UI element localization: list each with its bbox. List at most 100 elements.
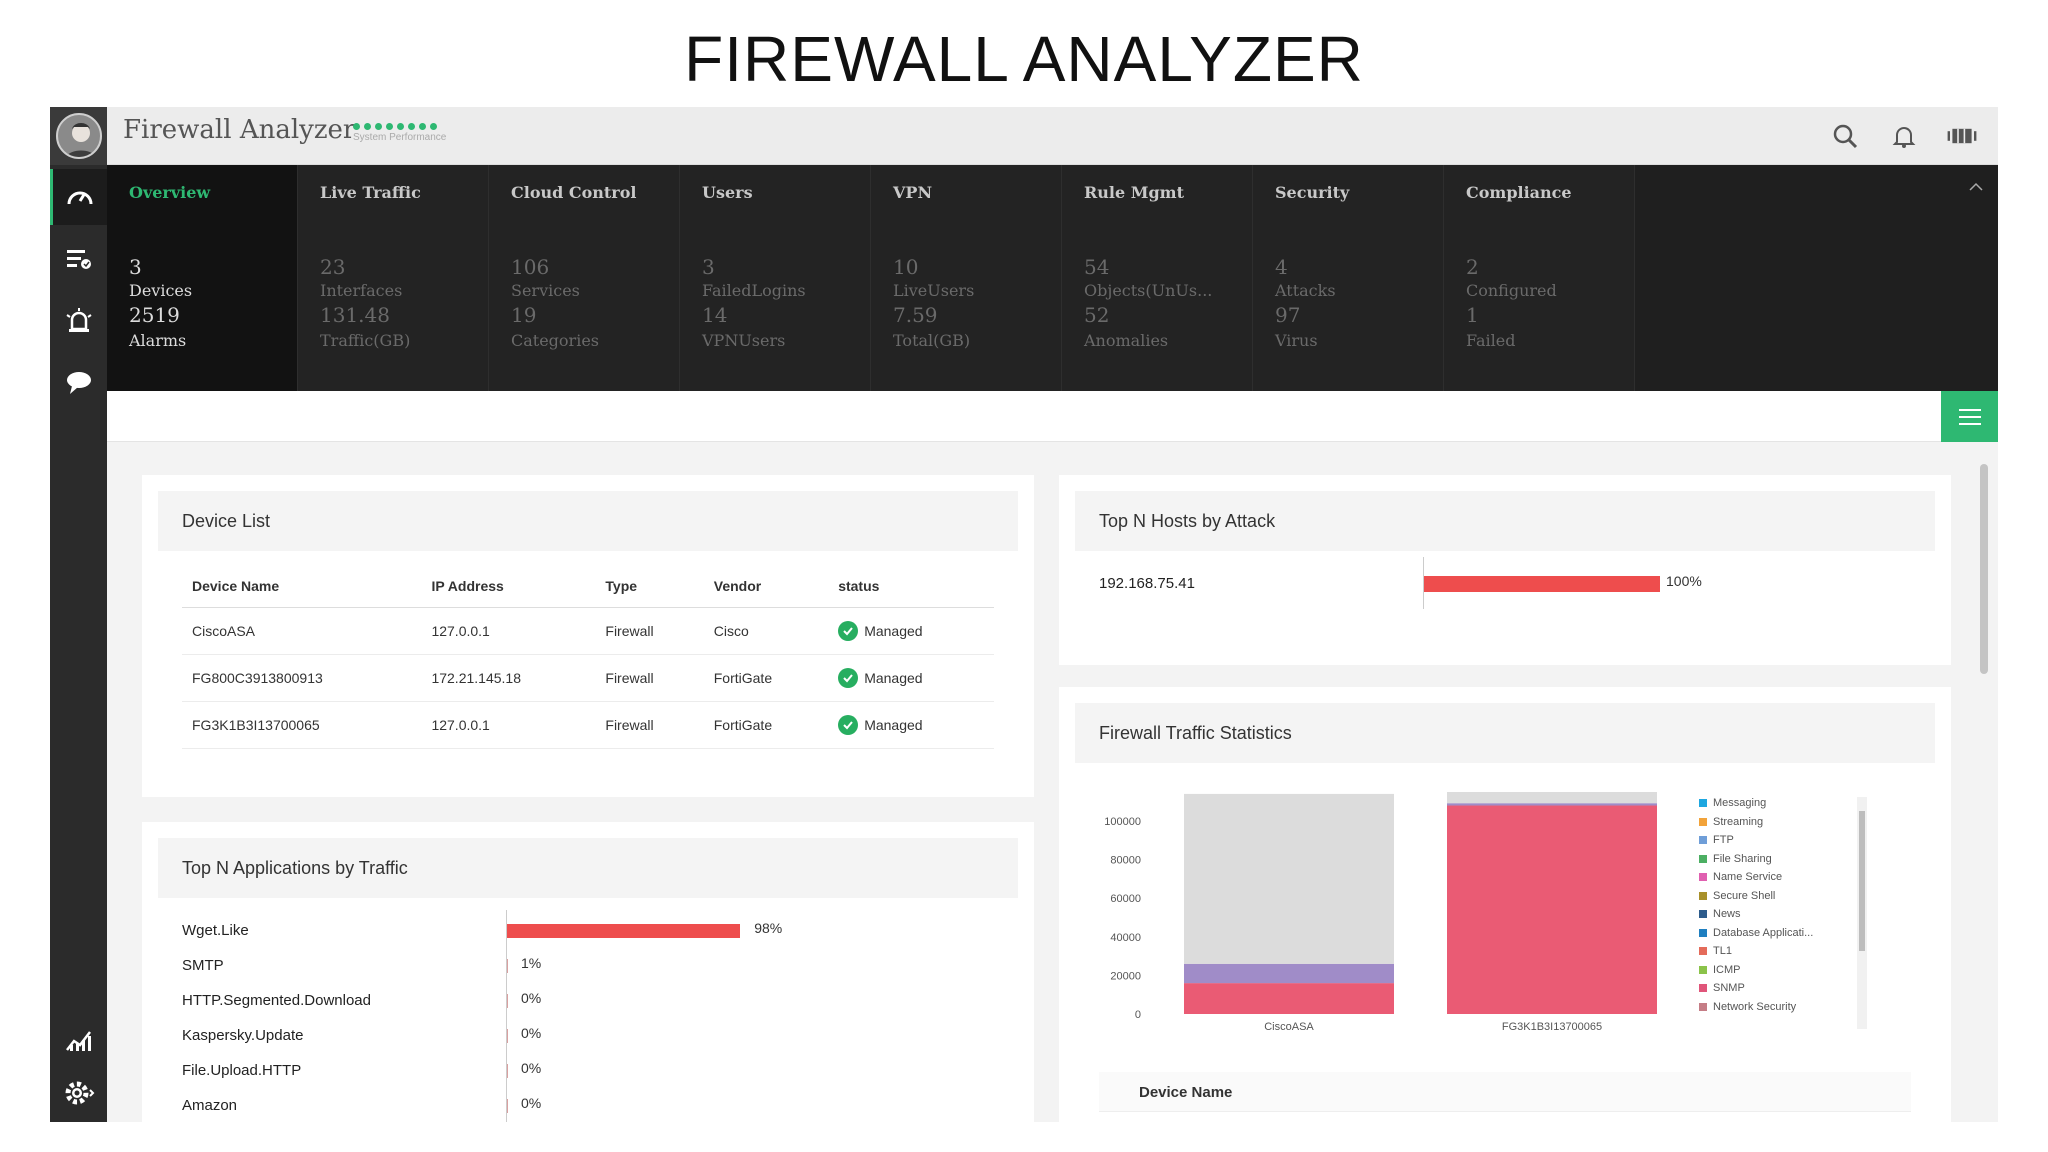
- legend-item[interactable]: Secure Shell: [1699, 890, 1775, 902]
- device-name-cell[interactable]: CiscoASA: [182, 607, 422, 655]
- type-cell: Firewall: [595, 654, 704, 702]
- legend-swatch: [1699, 854, 1707, 863]
- legend-item[interactable]: File Sharing: [1699, 853, 1772, 865]
- status-cell: Managed: [828, 607, 994, 655]
- device-status-icon[interactable]: [1946, 120, 1978, 152]
- column-header[interactable]: Type: [595, 565, 704, 608]
- legend-swatch: [1699, 1002, 1707, 1011]
- metric-label-1: LiveUsers: [893, 281, 975, 300]
- vendor-cell: Cisco: [703, 607, 829, 655]
- performance-dots: [353, 123, 446, 130]
- tab-live-traffic[interactable]: Live Traffic 23 Interfaces 131.48 Traffi…: [298, 165, 489, 391]
- column-header[interactable]: status: [828, 565, 994, 608]
- metric-label-1: Devices: [129, 281, 193, 300]
- app-traffic-bar[interactable]: [507, 959, 508, 973]
- legend-item[interactable]: Name Service: [1699, 871, 1782, 883]
- status-text: Managed: [864, 669, 923, 686]
- y-tick-label: 20000: [1110, 970, 1141, 982]
- tab-security[interactable]: Security 4 Attacks 97 Virus: [1253, 165, 1444, 391]
- tab-compliance[interactable]: Compliance 2 Configured 1 Failed: [1444, 165, 1635, 391]
- legend-item[interactable]: Network Security: [1699, 1001, 1796, 1013]
- legend-swatch: [1699, 891, 1707, 900]
- top-hosts-panel: Top N Hosts by Attack 192.168.75.41 100%: [1059, 475, 1951, 665]
- app-percent: 0%: [521, 1060, 542, 1076]
- avatar[interactable]: [56, 113, 102, 159]
- tab-rule-mgmt[interactable]: Rule Mgmt 54 Objects(UnUs... 52 Anomalie…: [1062, 165, 1253, 391]
- dashboard-gauge-icon[interactable]: [50, 169, 107, 225]
- reports-list-icon[interactable]: [50, 231, 107, 287]
- notification-bell-icon[interactable]: [1888, 120, 1920, 152]
- device-name-column-header[interactable]: Device Name: [1139, 1084, 1232, 1101]
- legend-swatch: [1699, 873, 1707, 881]
- analytics-chart-icon[interactable]: [50, 1011, 107, 1067]
- app-name[interactable]: Wget.Like: [182, 922, 249, 942]
- table-row[interactable]: FG800C3913800913 172.21.145.18 Firewall …: [182, 654, 994, 702]
- legend-label: Secure Shell: [1713, 889, 1776, 902]
- system-performance-indicator[interactable]: System Performance: [353, 123, 446, 143]
- stacked-bar-segment[interactable]: [1447, 803, 1657, 806]
- column-header[interactable]: Device Name: [182, 565, 422, 608]
- legend-item[interactable]: TL1: [1699, 945, 1732, 957]
- app-name[interactable]: SMTP: [182, 957, 224, 977]
- legend-label: SNMP: [1713, 982, 1745, 994]
- app-traffic-bar[interactable]: [507, 924, 741, 938]
- table-row[interactable]: CiscoASA 127.0.0.1 Firewall Cisco Manage…: [182, 607, 994, 655]
- performance-label: System Performance: [353, 132, 447, 143]
- legend-item[interactable]: Streaming: [1699, 816, 1763, 828]
- rail-avatar-area: [50, 107, 107, 165]
- metric-label-1: FailedLogins: [702, 281, 806, 300]
- app-percent: 1%: [521, 955, 542, 971]
- tab-label: Live Traffic: [320, 183, 421, 202]
- y-tick-label: 40000: [1110, 932, 1141, 944]
- table-row[interactable]: FG3K1B3I13700065 127.0.0.1 Firewall Fort…: [182, 701, 994, 749]
- legend-item[interactable]: Database Applicati...: [1699, 927, 1813, 939]
- app-name[interactable]: Kaspersky.Update: [182, 1027, 303, 1047]
- legend-item[interactable]: News: [1699, 908, 1741, 920]
- stacked-bar-segment[interactable]: [1184, 793, 1394, 964]
- stacked-bar-segment[interactable]: [1184, 983, 1394, 1014]
- legend-label: Messaging: [1713, 797, 1767, 809]
- app-name[interactable]: HTTP.Segmented.Download: [182, 992, 371, 1012]
- column-header[interactable]: IP Address: [421, 565, 596, 608]
- app-name[interactable]: File.Upload.HTTP: [182, 1062, 301, 1082]
- legend-scroll-thumb[interactable]: [1859, 811, 1865, 951]
- app-traffic-bar[interactable]: [507, 1064, 508, 1078]
- column-header[interactable]: Vendor: [703, 565, 829, 608]
- device-name-cell[interactable]: FG800C3913800913: [182, 654, 422, 702]
- legend-item[interactable]: ICMP: [1699, 964, 1741, 976]
- type-cell: Firewall: [595, 701, 704, 749]
- vendor-cell: FortiGate: [703, 654, 829, 702]
- legend-item[interactable]: Messaging: [1699, 797, 1766, 809]
- legend-scrollbar[interactable]: [1857, 797, 1867, 1029]
- stacked-bar-segment[interactable]: [1447, 792, 1657, 804]
- panel-header: Top N Applications by Traffic: [158, 838, 1018, 898]
- host-bar[interactable]: [1424, 576, 1660, 592]
- y-tick-label: 60000: [1110, 893, 1141, 905]
- chat-icon[interactable]: [50, 355, 107, 411]
- metric-label-1: Services: [511, 281, 580, 300]
- chevron-up-icon[interactable]: [1968, 179, 1984, 195]
- app-traffic-bar[interactable]: [507, 994, 508, 1008]
- panel-title: Top N Hosts by Attack: [1099, 511, 1276, 531]
- hamburger-menu-button[interactable]: [1941, 391, 1998, 442]
- stacked-bar-segment[interactable]: [1447, 805, 1657, 1014]
- tab-vpn[interactable]: VPN 10 LiveUsers 7.59 Total(GB): [871, 165, 1062, 391]
- tab-users[interactable]: Users 3 FailedLogins 14 VPNUsers: [680, 165, 871, 391]
- metric-value-2: 7.59: [893, 303, 938, 327]
- app-name[interactable]: Amazon: [182, 1097, 237, 1117]
- metric-label-1: Interfaces: [320, 281, 403, 300]
- tab-overview[interactable]: Overview 3 Devices 2519 Alarms: [107, 165, 298, 391]
- host-label[interactable]: 192.168.75.41: [1099, 575, 1195, 592]
- alarm-icon[interactable]: [50, 293, 107, 349]
- legend-item[interactable]: SNMP: [1699, 982, 1745, 994]
- settings-gear-icon[interactable]: [50, 1065, 107, 1121]
- app-traffic-bar[interactable]: [507, 1029, 508, 1043]
- app-traffic-bar[interactable]: [507, 1099, 508, 1113]
- stacked-bar-segment[interactable]: [1184, 963, 1394, 984]
- tab-cloud-control[interactable]: Cloud Control 106 Services 19 Categories: [489, 165, 680, 391]
- page-vertical-scrollbar[interactable]: [1978, 450, 1990, 1110]
- legend-item[interactable]: FTP: [1699, 834, 1734, 846]
- search-icon[interactable]: [1829, 120, 1861, 152]
- device-name-cell[interactable]: FG3K1B3I13700065: [182, 701, 422, 749]
- scroll-thumb[interactable]: [1980, 464, 1988, 674]
